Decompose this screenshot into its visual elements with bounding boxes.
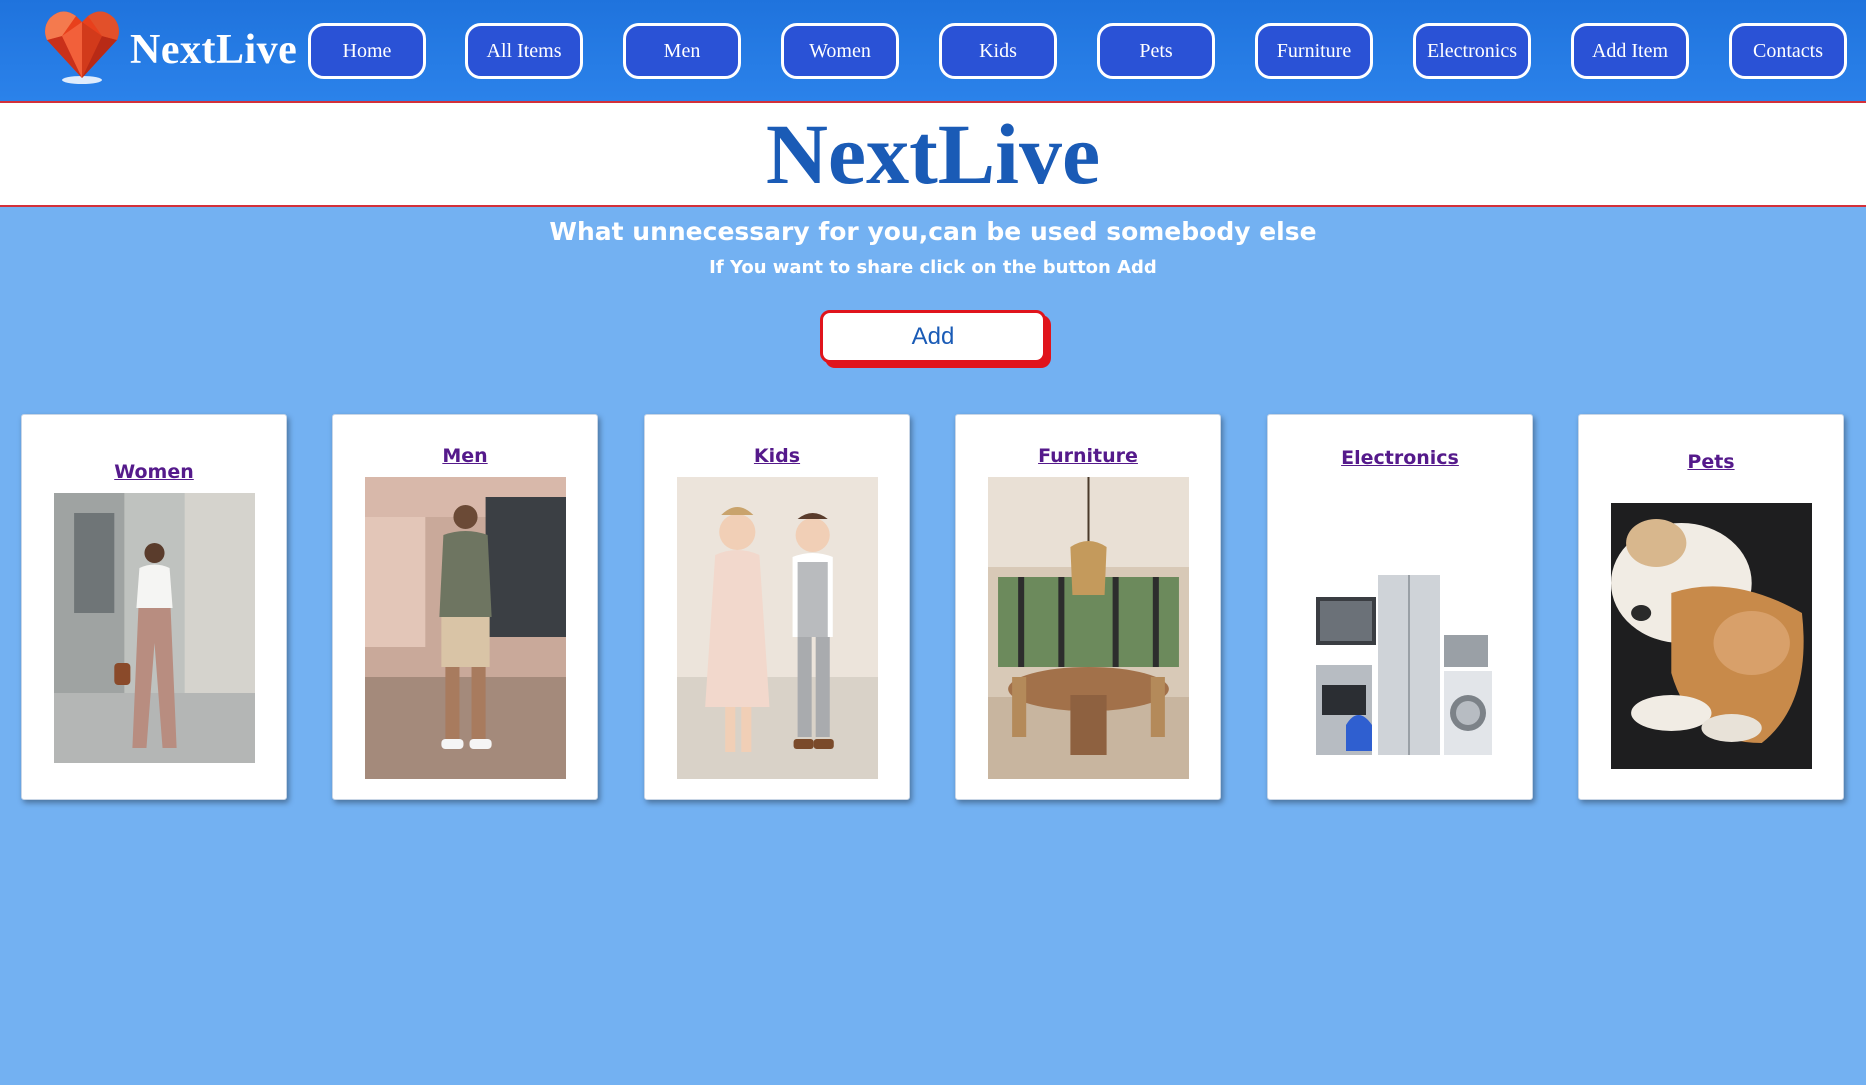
category-card-men[interactable]: Men [332,414,598,800]
sub-tagline: If You want to share click on the button… [709,257,1157,278]
dining-room-photo[interactable] [988,477,1189,779]
kids-photo[interactable] [677,477,878,779]
heart-logo-icon[interactable] [42,8,122,86]
nav-kids-button[interactable]: Kids [939,23,1057,79]
woman-fashion-photo[interactable] [54,493,255,763]
nav-contacts-button[interactable]: Contacts [1729,23,1847,79]
nav-all-items-button[interactable]: All Items [465,23,583,79]
category-link-kids[interactable]: Kids [645,445,909,467]
dog-and-cat-photo[interactable] [1611,503,1812,769]
nav-furniture-button[interactable]: Furniture [1255,23,1373,79]
category-card-furniture[interactable]: Furniture [955,414,1221,800]
nav-men-button[interactable]: Men [623,23,741,79]
category-link-men[interactable]: Men [333,445,597,467]
brand-name[interactable]: NextLive [130,26,297,74]
category-card-kids[interactable]: Kids [644,414,910,800]
category-link-women[interactable]: Women [22,461,286,483]
category-link-furniture[interactable]: Furniture [956,445,1220,467]
tagline: What unnecessary for you,can be used som… [549,217,1317,246]
nav-women-button[interactable]: Women [781,23,899,79]
hero-banner: NextLive [0,103,1866,207]
man-fashion-photo[interactable] [365,477,566,779]
nav-add-item-button[interactable]: Add Item [1571,23,1689,79]
nav-electronics-button[interactable]: Electronics [1413,23,1531,79]
appliances-photo[interactable] [1308,575,1494,775]
nav-pets-button[interactable]: Pets [1097,23,1215,79]
page-title: NextLive [765,106,1101,202]
top-navbar: NextLive Home All Items Men Women Kids P… [0,0,1866,103]
category-card-women[interactable]: Women [21,414,287,800]
category-link-electronics[interactable]: Electronics [1268,447,1532,469]
category-card-electronics[interactable]: Electronics [1267,414,1533,800]
category-card-pets[interactable]: Pets [1578,414,1844,800]
add-button[interactable]: Add [820,310,1046,363]
nav-home-button[interactable]: Home [308,23,426,79]
category-link-pets[interactable]: Pets [1579,451,1843,473]
